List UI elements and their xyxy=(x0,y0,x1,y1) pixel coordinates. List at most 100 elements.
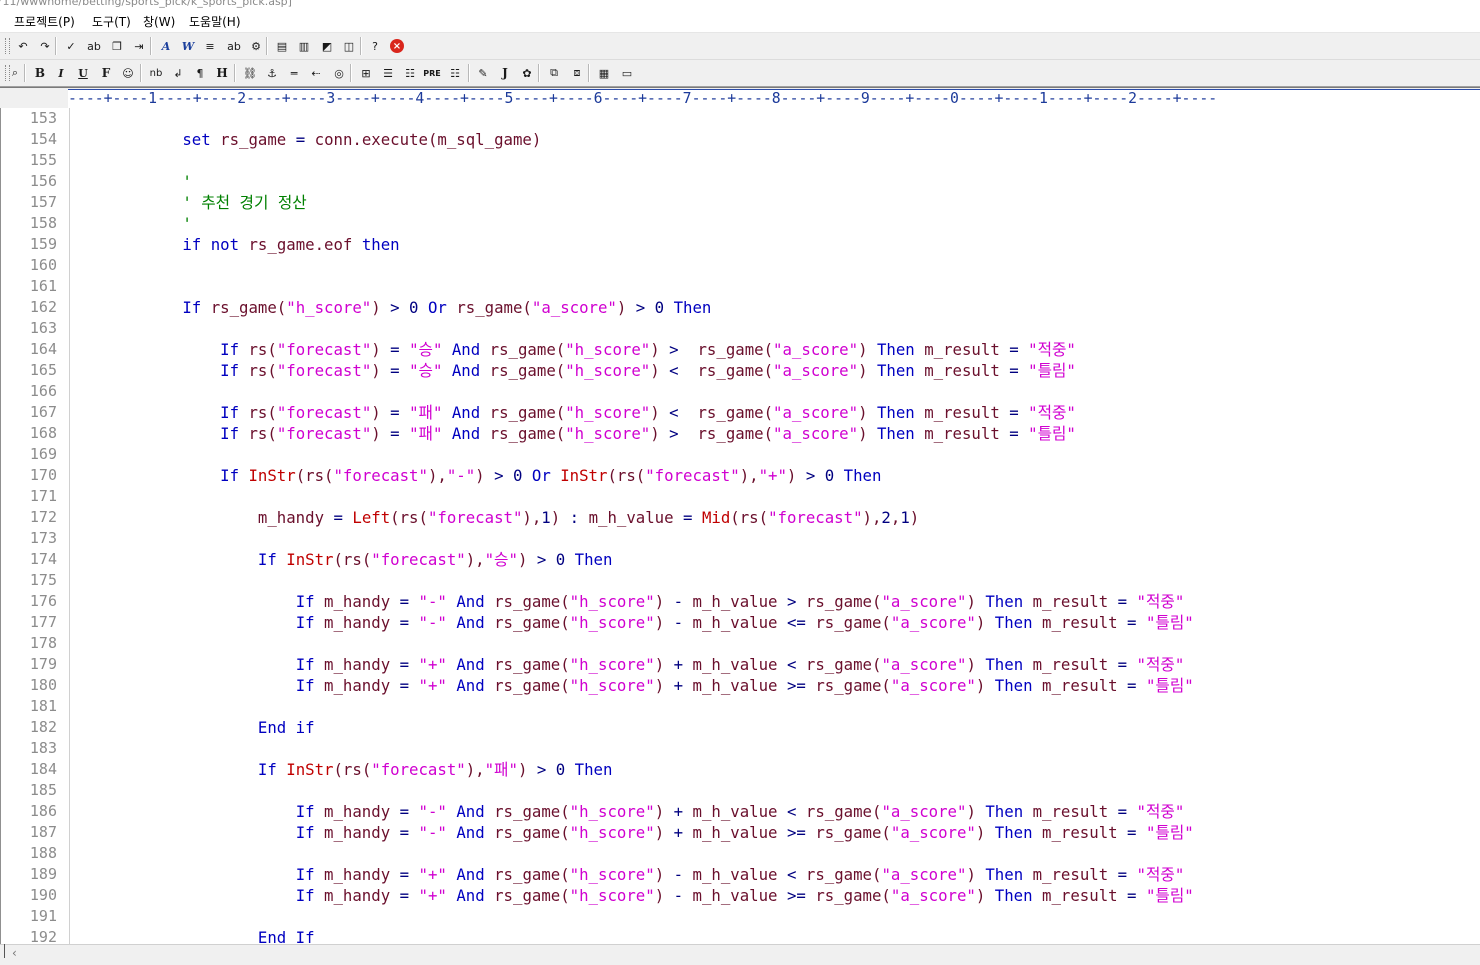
code-line[interactable]: 184 If InStr(rs("forecast"),"패") > 0 The… xyxy=(1,759,1480,780)
script-icon[interactable]: ✎ xyxy=(474,64,492,82)
emoticon-icon[interactable]: ☺ xyxy=(119,64,137,82)
code-line[interactable]: 189 If m_handy = "+" And rs_game("h_scor… xyxy=(1,864,1480,885)
code-text: ' xyxy=(182,172,192,191)
heading-icon[interactable]: H xyxy=(213,64,231,82)
code-line[interactable]: 165 If rs("forecast") = "승" And rs_game(… xyxy=(1,360,1480,381)
view-preview-icon[interactable]: ◩ xyxy=(318,37,336,55)
view-normal-icon[interactable]: ▤ xyxy=(273,37,291,55)
code-line[interactable]: 182 End if xyxy=(1,717,1480,738)
code-line[interactable]: 159 if not rs_game.eof then xyxy=(1,234,1480,255)
code-line[interactable]: 172 m_handy = Left(rs("forecast"),1) : m… xyxy=(1,507,1480,528)
color-icon[interactable]: ✿ xyxy=(518,64,536,82)
code-line[interactable]: 187 If m_handy = "-" And rs_game("h_scor… xyxy=(1,822,1480,843)
code-line[interactable]: 176 If m_handy = "-" And rs_game("h_scor… xyxy=(1,591,1480,612)
window-icon[interactable]: ▭ xyxy=(618,64,636,82)
link-icon[interactable]: ⛓ xyxy=(241,64,259,82)
help-icon[interactable]: ? xyxy=(366,37,384,55)
find-icon[interactable]: ⌕ xyxy=(6,64,24,82)
code-line[interactable]: 188 xyxy=(1,843,1480,864)
image-icon[interactable]: ◎ xyxy=(330,64,348,82)
form-icon[interactable]: ⧉ xyxy=(545,64,563,82)
code-text: m_handy = Left(rs("forecast"),1) : m_h_v… xyxy=(257,508,920,527)
list-icon[interactable]: ☷ xyxy=(446,64,464,82)
code-line[interactable]: 178 xyxy=(1,633,1480,654)
line-number: 173 xyxy=(29,529,57,547)
align-center-icon[interactable]: ☰ xyxy=(379,64,397,82)
code-line[interactable]: 164 If rs("forecast") = "승" And rs_game(… xyxy=(1,339,1480,360)
bold-icon[interactable]: B xyxy=(31,64,49,82)
code-line[interactable]: 185 xyxy=(1,780,1480,801)
close-icon[interactable]: × xyxy=(390,39,404,53)
code-line[interactable]: 175 xyxy=(1,570,1480,591)
code-line[interactable]: 180 If m_handy = "+" And rs_game("h_scor… xyxy=(1,675,1480,696)
code-line[interactable]: 166 xyxy=(1,381,1480,402)
undo-icon[interactable]: ↶ xyxy=(14,37,32,55)
frame-icon[interactable]: ⧈ xyxy=(568,64,586,82)
indent-icon[interactable]: ≡ xyxy=(201,37,219,55)
code-line[interactable]: 192 End If xyxy=(1,927,1480,944)
code-line[interactable]: 155 xyxy=(1,150,1480,171)
menu-tools[interactable]: 도구(T) xyxy=(92,13,131,30)
code-line[interactable]: 174 If InStr(rs("forecast"),"승") > 0 The… xyxy=(1,549,1480,570)
menu-window[interactable]: 창(W) xyxy=(143,13,175,30)
settings-icon[interactable]: ⚙ xyxy=(247,37,265,55)
toolbar-grip[interactable] xyxy=(5,38,10,54)
code-line[interactable]: 191 xyxy=(1,906,1480,927)
code-line[interactable]: 167 If rs("forecast") = "패" And rs_game(… xyxy=(1,402,1480,423)
code-line[interactable]: 154 set rs_game = conn.execute(m_sql_gam… xyxy=(1,129,1480,150)
code-line[interactable]: 162 If rs_game("h_score") > 0 Or rs_game… xyxy=(1,297,1480,318)
javascript-icon[interactable]: J xyxy=(496,64,514,82)
code-text: If rs("forecast") = "패" And rs_game("h_s… xyxy=(220,424,1076,443)
code-line[interactable]: 177 If m_handy = "-" And rs_game("h_scor… xyxy=(1,612,1480,633)
code-editor[interactable]: 153 154 set rs_game = conn.execute(m_sql_… xyxy=(0,108,1480,944)
toolbar-separator xyxy=(140,64,142,82)
font-tag-icon[interactable]: F xyxy=(97,64,115,82)
code-line[interactable]: 170 If InStr(rs("forecast"),"-") > 0 Or … xyxy=(1,465,1480,486)
table-icon[interactable]: ⊞ xyxy=(357,64,375,82)
redo-icon[interactable]: ↷ xyxy=(36,37,54,55)
scroll-left-icon[interactable]: ‹ xyxy=(12,946,17,960)
code-line[interactable]: 186 If m_handy = "-" And rs_game("h_scor… xyxy=(1,801,1480,822)
code-line[interactable]: 169 xyxy=(1,444,1480,465)
code-line[interactable]: 190 If m_handy = "+" And rs_game("h_scor… xyxy=(1,885,1480,906)
paragraph-icon[interactable]: ¶ xyxy=(191,64,209,82)
code-line[interactable]: 158 ' xyxy=(1,213,1480,234)
code-line[interactable]: 168 If rs("forecast") = "패" And rs_game(… xyxy=(1,423,1480,444)
code-line[interactable]: 181 xyxy=(1,696,1480,717)
code-line[interactable]: 179 If m_handy = "+" And rs_game("h_scor… xyxy=(1,654,1480,675)
line-number: 158 xyxy=(29,214,57,232)
word-wrap-icon[interactable]: W xyxy=(179,37,197,55)
insert-icon[interactable]: ⇥ xyxy=(130,37,148,55)
code-line[interactable]: 160 xyxy=(1,255,1480,276)
italic-icon[interactable]: I xyxy=(52,64,70,82)
spell-check-icon[interactable]: ✓ xyxy=(62,37,80,55)
font-icon[interactable]: A xyxy=(157,37,175,55)
menu-project[interactable]: 프로젝트(P) xyxy=(14,13,75,30)
view-split-icon[interactable]: ▥ xyxy=(295,37,313,55)
line-break-icon[interactable]: ↲ xyxy=(169,64,187,82)
underline-icon[interactable]: U xyxy=(74,64,92,82)
comment-icon[interactable]: ⇠ xyxy=(307,64,325,82)
code-line[interactable]: 161 xyxy=(1,276,1480,297)
nbsp-icon[interactable]: nb xyxy=(147,64,165,82)
pre-icon[interactable]: PRE xyxy=(423,64,441,82)
horizontal-rule-icon[interactable]: ═ xyxy=(285,64,303,82)
menu-help[interactable]: 도움말(H) xyxy=(189,13,241,30)
view-source-icon[interactable]: ◫ xyxy=(340,37,358,55)
line-number: 155 xyxy=(29,151,57,169)
code-line[interactable]: 153 xyxy=(1,108,1480,129)
code-line[interactable]: 157 ' 추천 경기 정산 xyxy=(1,192,1480,213)
code-line[interactable]: 171 xyxy=(1,486,1480,507)
abc-convert-icon[interactable]: ab xyxy=(225,37,243,55)
palette-icon[interactable]: ▦ xyxy=(595,64,613,82)
copy-icon[interactable]: ❐ xyxy=(108,37,126,55)
align-right-icon[interactable]: ☷ xyxy=(401,64,419,82)
code-line[interactable]: 173 xyxy=(1,528,1480,549)
code-line[interactable]: 183 xyxy=(1,738,1480,759)
code-line[interactable]: 163 xyxy=(1,318,1480,339)
anchor-icon[interactable]: ⚓ xyxy=(263,64,281,82)
replace-text-icon[interactable]: ab xyxy=(85,37,103,55)
horizontal-scrollbar[interactable]: ‹ xyxy=(0,944,1480,965)
line-number: 189 xyxy=(29,865,57,883)
code-line[interactable]: 156 ' xyxy=(1,171,1480,192)
